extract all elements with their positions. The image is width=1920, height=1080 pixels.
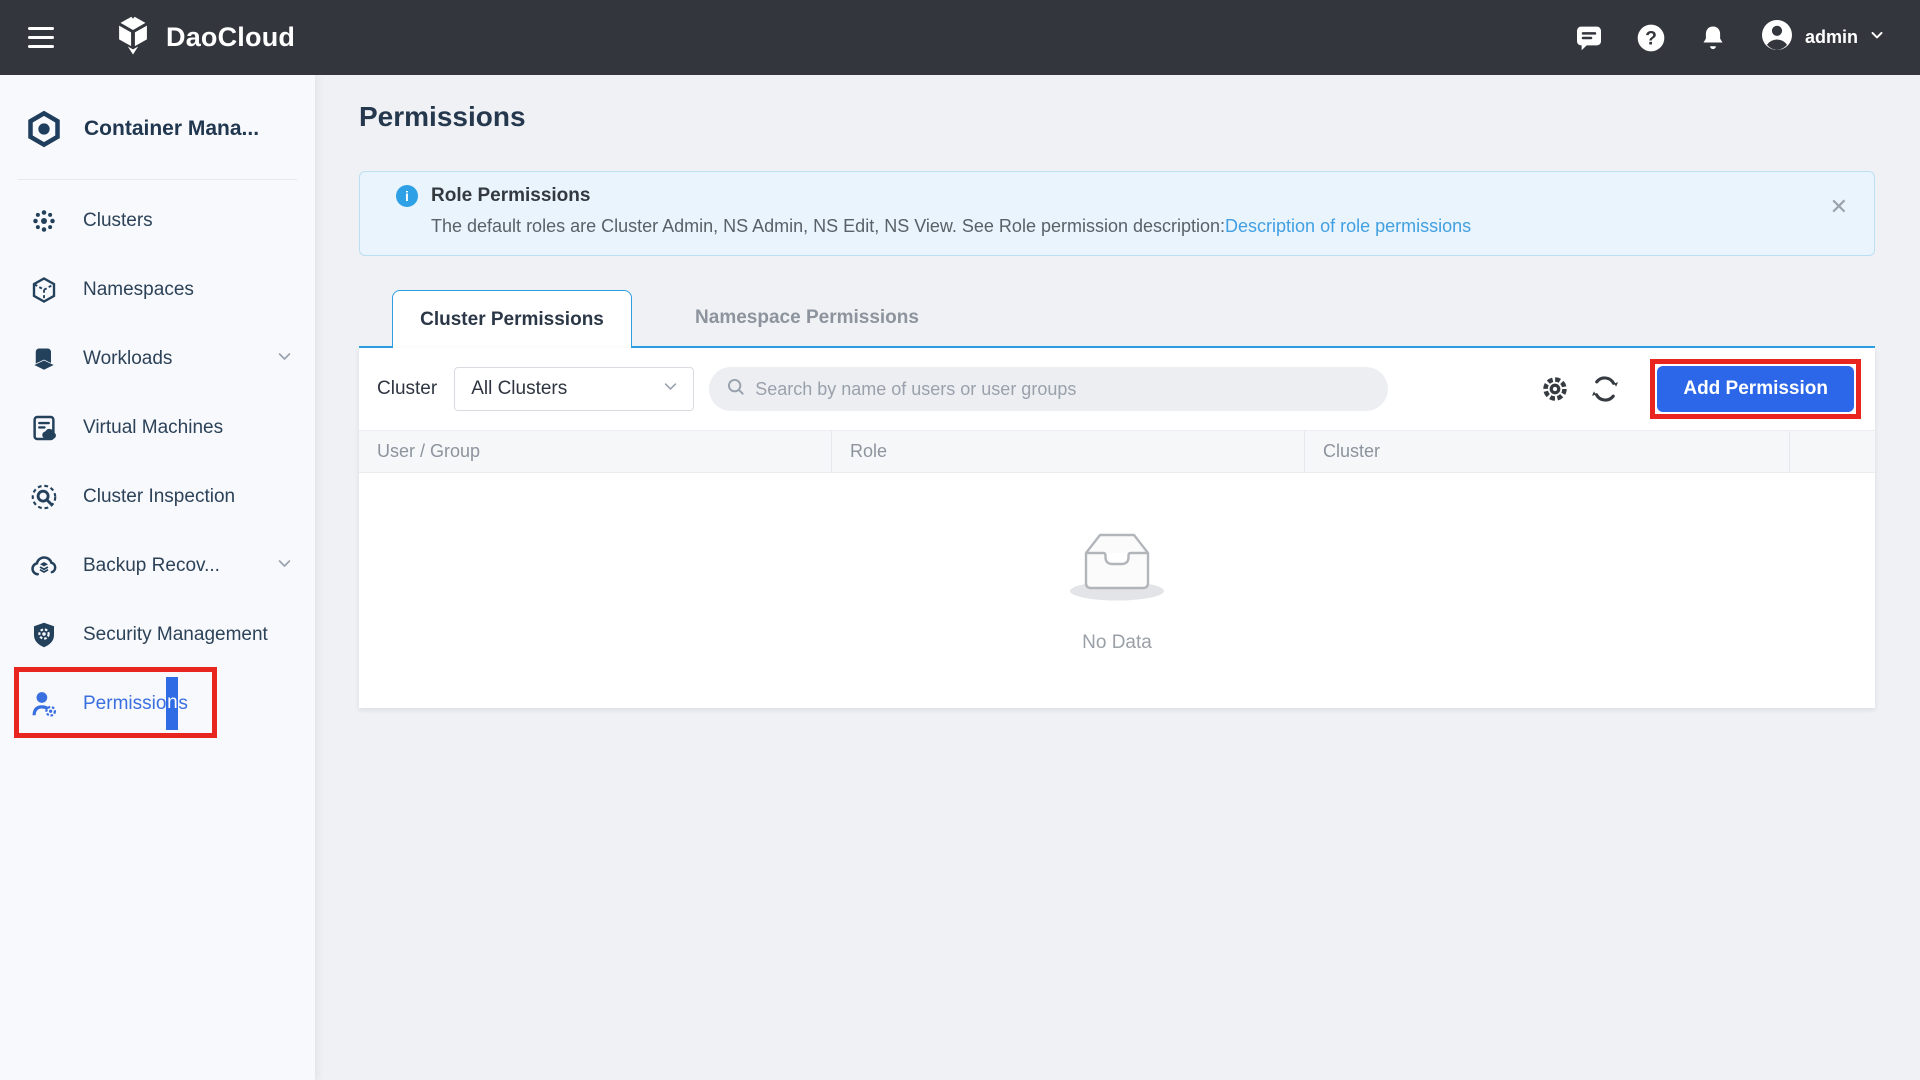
security-management-icon (28, 619, 60, 651)
cluster-filter-label: Cluster (377, 378, 437, 400)
search-box[interactable] (709, 367, 1388, 411)
sidebar-item-label: Workloads (83, 348, 172, 370)
sidebar-item-label: Security Management (83, 624, 268, 646)
table-header-row: User / Group Role Cluster (359, 430, 1875, 473)
chat-icon[interactable] (1573, 22, 1605, 54)
no-data-inbox-icon (1062, 525, 1172, 618)
clusters-icon (28, 205, 60, 237)
backup-recovery-icon (28, 550, 60, 582)
column-header-cluster: Cluster (1305, 431, 1790, 472)
permissions-tabs: Cluster Permissions Namespace Permission… (359, 290, 1875, 348)
banner-title: Role Permissions (431, 185, 590, 207)
user-menu[interactable]: admin (1759, 17, 1886, 58)
sidebar-item-label: Backup Recov... (83, 555, 220, 577)
sidebar-product[interactable]: Container Mana... (0, 75, 315, 179)
info-icon: i (396, 185, 418, 207)
sidebar-product-label: Container Mana... (84, 117, 259, 141)
user-name: admin (1805, 27, 1858, 48)
sidebar-item-permissions[interactable]: Permissions (0, 669, 315, 738)
brand-name: DaoCloud (166, 22, 295, 53)
namespaces-icon (28, 274, 60, 306)
text-selection-bar: n (166, 677, 178, 730)
sidebar-item-cluster-inspection[interactable]: Cluster Inspection (0, 462, 315, 531)
sidebar-item-label: Clusters (83, 210, 153, 232)
banner-body: The default roles are Cluster Admin, NS … (431, 216, 1854, 237)
tab-cluster-permissions[interactable]: Cluster Permissions (392, 290, 632, 348)
sidebar-item-label: Cluster Inspection (83, 486, 235, 508)
workloads-icon (28, 343, 60, 375)
column-header-user-group: User / Group (359, 431, 832, 472)
empty-state: No Data (359, 473, 1875, 706)
sidebar: Container Mana... Clusters Workloads (0, 75, 315, 1080)
role-permissions-description-link[interactable]: Description of role permissions (1225, 216, 1471, 236)
container-management-icon (24, 109, 64, 149)
avatar-icon (1759, 17, 1795, 58)
top-bar: DaoCloud ? (0, 0, 1920, 75)
sidebar-item-virtual-machines[interactable]: Virtual Machines (0, 393, 315, 462)
chevron-down-icon (276, 348, 293, 370)
role-permissions-banner: i Role Permissions The default roles are… (359, 171, 1875, 256)
add-permission-button[interactable]: Add Permission (1657, 366, 1854, 412)
chevron-down-icon (1868, 26, 1886, 49)
permissions-icon (28, 688, 60, 720)
cluster-inspection-icon (28, 481, 60, 513)
brand[interactable]: DaoCloud (110, 12, 295, 63)
main-content: Permissions i Role Permissions The defau… (315, 75, 1920, 1080)
empty-state-text: No Data (1082, 632, 1152, 654)
sidebar-item-label: Permissions (83, 693, 188, 715)
search-icon (725, 376, 747, 403)
svg-text:?: ? (1645, 28, 1657, 49)
cluster-select[interactable]: All Clusters (454, 367, 694, 411)
sidebar-item-label: Namespaces (83, 279, 194, 301)
tab-namespace-permissions[interactable]: Namespace Permissions (657, 290, 957, 346)
sidebar-nav: Clusters Workloads Namespaces Workloads (0, 180, 315, 738)
sidebar-item-workloads[interactable]: Workloads (0, 324, 315, 393)
sidebar-item-security-management[interactable]: Security Management (0, 600, 315, 669)
daocloud-logo-icon (110, 12, 156, 63)
sidebar-item-namespaces[interactable]: Workloads Namespaces (0, 255, 315, 324)
sidebar-item-clusters[interactable]: Clusters (0, 186, 315, 255)
chevron-down-icon (662, 378, 679, 400)
menu-toggle-icon[interactable] (28, 18, 68, 58)
page-title: Permissions (359, 101, 526, 133)
virtual-machines-icon (28, 412, 60, 444)
column-header-actions (1790, 431, 1875, 472)
sidebar-item-label: Virtual Machines (83, 417, 223, 439)
column-header-role: Role (832, 431, 1305, 472)
toolbar: Cluster All Clusters (359, 348, 1875, 430)
search-input[interactable] (755, 379, 1372, 400)
cluster-select-value: All Clusters (471, 378, 567, 400)
chevron-down-icon (276, 555, 293, 577)
refresh-icon[interactable] (1588, 372, 1622, 406)
permissions-card: Cluster All Clusters (359, 348, 1875, 708)
help-icon[interactable]: ? (1635, 22, 1667, 54)
add-permission-annotation-box: Add Permission (1650, 359, 1861, 419)
settings-gear-icon[interactable] (1538, 372, 1572, 406)
sidebar-item-backup-recovery[interactable]: Backup Recov... (0, 531, 315, 600)
bell-icon[interactable] (1697, 22, 1729, 54)
close-icon[interactable]: ✕ (1830, 196, 1848, 218)
